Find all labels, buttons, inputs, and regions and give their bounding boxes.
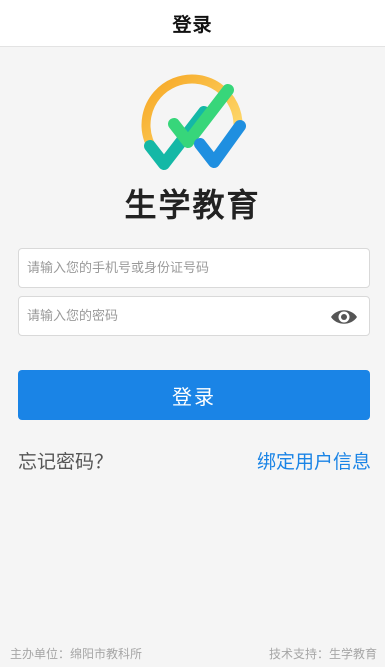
brand-logo [134, 66, 252, 176]
forgot-password-link[interactable]: 忘记密码？ [18, 447, 113, 474]
password-field[interactable] [18, 296, 370, 336]
eye-icon[interactable] [329, 306, 359, 328]
footer-tech-support: 技术支持：生学教育 [268, 647, 377, 661]
page-title: 登录 [172, 13, 213, 36]
login-button[interactable]: 登录 [18, 370, 370, 420]
top-nav-bar: 登录 [0, 0, 385, 47]
phone-input[interactable] [19, 249, 369, 287]
footer-organizer: 主办单位：绵阳市教科所 [10, 647, 143, 661]
phone-field[interactable] [18, 248, 370, 288]
logo-icon [141, 74, 246, 170]
password-input[interactable] [19, 297, 369, 335]
bind-user-info-link[interactable]: 绑定用户信息 [257, 447, 371, 474]
brand-name: 生学教育 [124, 186, 261, 224]
